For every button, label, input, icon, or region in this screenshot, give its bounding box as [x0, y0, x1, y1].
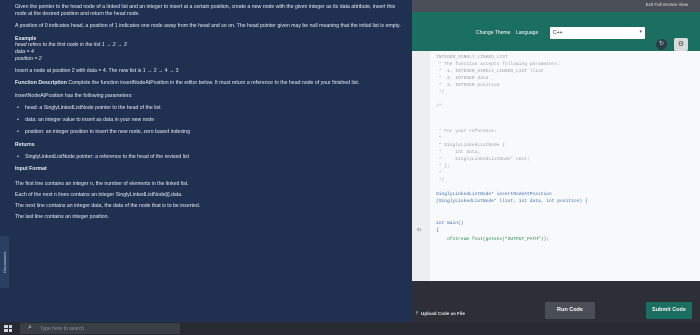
editor-panel: Exit Full Screen View Change Theme Langu… [412, 0, 700, 322]
line-number: 81 [417, 227, 422, 232]
taskbar: Type here to search ⌕ [0, 322, 700, 335]
language-select[interactable]: C++ ▾ [550, 27, 645, 39]
line-gutter: 81 [412, 51, 430, 281]
editor-footer: ⤒ Upload Code as File Run Code Submit Cod… [412, 281, 700, 322]
code-editor[interactable]: 81 INTEGER_SINGLY_LINKED_LIST * The func… [412, 51, 700, 312]
function-description-text: Complete the function insertNodeAtPositi… [68, 80, 360, 87]
code-line: */ [436, 90, 445, 95]
function-description: Function Description Complete the functi… [15, 80, 404, 87]
returns-heading: Returns [15, 141, 35, 148]
code-line: */ [436, 178, 445, 183]
code-line: int main() [436, 221, 464, 226]
search-icon: ⌕ [28, 324, 32, 331]
code-line: /* [436, 104, 442, 109]
code-line: SinglyLinkedListNode* insertNodeAtPositi… [436, 192, 552, 197]
editor-top-bar: Exit Full Screen View [412, 0, 700, 12]
code-line: * For your reference: [436, 129, 497, 134]
submit-code-button[interactable]: Submit Code [646, 302, 692, 319]
exit-fullscreen-button[interactable]: Exit Full Screen View [646, 2, 688, 7]
code-line: (SinglyLinkedListNode* llist, int data, … [436, 199, 588, 204]
position-note: A position of 0 indicates head, a positi… [15, 23, 401, 30]
language-bar: Change Theme Language C++ ▾ ↻ ⚙ [412, 12, 700, 51]
example-position: position = 2 [15, 56, 42, 63]
param-position: position: an integer position to insert … [15, 129, 404, 136]
discussions-tab[interactable]: Discussions [0, 236, 9, 288]
chevron-down-icon: ▾ [639, 29, 642, 35]
code-line: * [436, 136, 442, 141]
function-description-label: Function Description [15, 80, 67, 87]
upload-code-button[interactable]: ⤒ Upload Code as File [416, 311, 465, 316]
param-data: data: an integer value to insert as data… [15, 117, 404, 124]
code-line: * SinglyLinkedListNode* next; [436, 157, 530, 162]
code-line: * The function accepts following paramet… [436, 62, 561, 67]
input-format-line: Each of the next n lines contains an int… [15, 192, 183, 199]
returns-item: SinglyLinkedListNode pointer: a referenc… [15, 154, 404, 161]
change-theme-button[interactable]: Change Theme [476, 30, 510, 36]
search-placeholder: Type here to search [40, 326, 85, 332]
example-head: head refers to the first node in the lis… [15, 42, 127, 49]
input-format-line: The next line contains an integer data, … [15, 202, 201, 209]
run-code-button[interactable]: Run Code [545, 302, 595, 319]
example-result: Insert a node at position 2 with data = … [15, 68, 179, 75]
code-line: * int data; [436, 150, 481, 155]
taskbar-search[interactable]: Type here to search [20, 323, 180, 334]
example-data: data = 4 [15, 49, 34, 56]
windows-start-icon[interactable] [4, 325, 12, 332]
refresh-icon[interactable]: ↻ [656, 39, 667, 50]
code-line: * }; [436, 164, 450, 169]
code-line: * [436, 171, 442, 176]
input-format-heading: Input Format [15, 166, 47, 173]
params-list: head: a SinglyLinkedListNode pointer to … [15, 105, 404, 136]
language-value: C++ [553, 30, 563, 36]
problem-description-panel: Given the pointer to the head node of a … [0, 0, 412, 322]
input-format-line: The last line contains an integer positi… [15, 213, 110, 220]
code-line: * SinglyLinkedListNode { [436, 143, 505, 148]
example-block: Example head refers to the first node in… [15, 36, 404, 63]
upload-icon: ⤒ [416, 311, 419, 316]
code-line: * 2. INTEGER data [436, 76, 489, 81]
upload-label: Upload Code as File [421, 311, 465, 316]
returns-list: SinglyLinkedListNode pointer: a referenc… [15, 154, 404, 161]
example-heading: Example [15, 35, 37, 42]
code-line: * 1. INTEGER_SINGLY_LINKED_LIST llist [436, 69, 544, 74]
input-format-line: The first line contains an integer n, th… [15, 181, 189, 188]
problem-content: Given the pointer to the head node of a … [0, 0, 412, 221]
param-head: head: a SinglyLinkedListNode pointer to … [15, 105, 404, 112]
params-intro: insertNodeAtPosition has the following p… [15, 92, 133, 99]
gear-icon[interactable]: ⚙ [674, 38, 688, 51]
code-line: { [436, 228, 439, 233]
code-line: INTEGER_SINGLY_LINKED_LIST [436, 55, 508, 60]
language-label: Language [516, 30, 539, 36]
problem-intro: Given the pointer to the head node of a … [15, 4, 396, 17]
code-line: * 3. INTEGER position [436, 83, 500, 88]
code-line: ofstream fout(getenv("OUTPUT_PATH")); [436, 237, 550, 242]
